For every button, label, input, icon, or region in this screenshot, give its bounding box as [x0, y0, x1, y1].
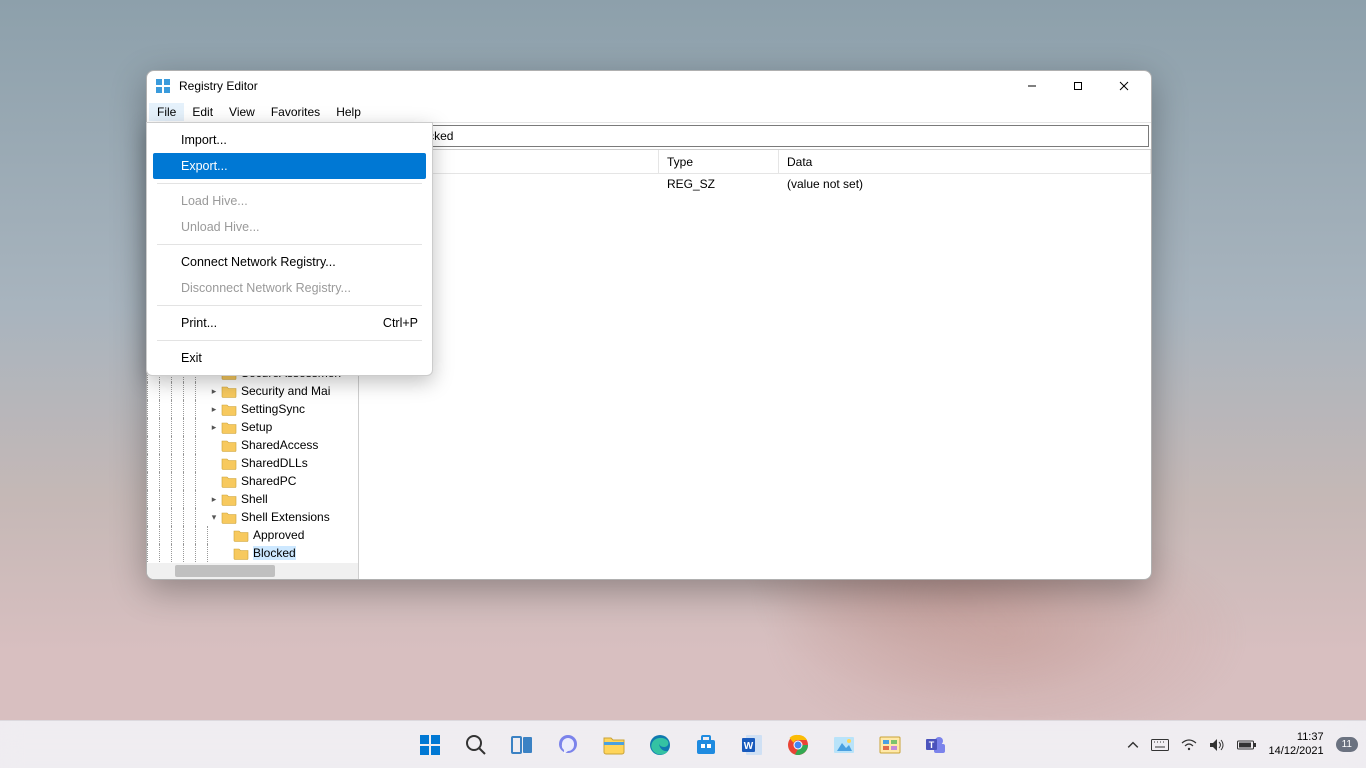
chevron-right-icon[interactable]: ▸ — [207, 404, 221, 415]
menu-edit[interactable]: Edit — [184, 103, 221, 121]
tree-label: Shell Extensions — [241, 510, 330, 524]
menu-favorites[interactable]: Favorites — [263, 103, 328, 121]
menu-exit[interactable]: Exit — [147, 345, 432, 371]
svg-text:W: W — [744, 741, 754, 752]
clock-time: 11:37 — [1297, 731, 1324, 744]
tree-label: Blocked — [253, 546, 296, 560]
taskbar: W T 11:37 14/12/2021 11 — [0, 720, 1366, 768]
taskbar-file-explorer-icon[interactable] — [594, 725, 634, 765]
menu-separator — [157, 305, 422, 306]
maximize-button[interactable] — [1055, 71, 1101, 101]
chevron-right-icon[interactable]: ▸ — [207, 422, 221, 433]
taskbar-control-panel-icon[interactable] — [870, 725, 910, 765]
taskbar-photos-icon[interactable] — [824, 725, 864, 765]
menu-file[interactable]: File — [149, 103, 184, 121]
taskbar-word-icon[interactable]: W — [732, 725, 772, 765]
menu-separator — [157, 244, 422, 245]
clock-date: 14/12/2021 — [1269, 745, 1324, 758]
tree-horizontal-scrollbar[interactable] — [147, 563, 358, 579]
taskbar-task-view-icon[interactable] — [502, 725, 542, 765]
wifi-icon[interactable] — [1181, 739, 1197, 751]
close-button[interactable] — [1101, 71, 1147, 101]
column-type[interactable]: Type — [659, 150, 779, 173]
values-pane[interactable]: Name Type Data (Default)REG_SZ(value not… — [359, 150, 1151, 579]
menu-connect-network-registry[interactable]: Connect Network Registry... — [147, 249, 432, 275]
menu-print[interactable]: Print...Ctrl+P — [147, 310, 432, 336]
menu-separator — [157, 340, 422, 341]
tree-label: SettingSync — [241, 402, 305, 416]
menu-import[interactable]: Import... — [147, 127, 432, 153]
chevron-down-icon[interactable]: ▾ — [207, 512, 221, 523]
menu-separator — [157, 183, 422, 184]
tree-label: SharedDLLs — [241, 456, 308, 470]
tray-chevron-up-icon[interactable] — [1127, 739, 1139, 751]
minimize-button[interactable] — [1009, 71, 1055, 101]
list-header: Name Type Data — [359, 150, 1151, 174]
taskbar-teams-icon[interactable]: T — [916, 725, 956, 765]
chevron-right-icon[interactable]: ▸ — [207, 386, 221, 397]
tree-node[interactable]: SharedPC — [147, 472, 358, 490]
menubar: File Edit View Favorites Help — [147, 101, 1151, 123]
taskbar-clock[interactable]: 11:37 14/12/2021 — [1269, 731, 1324, 757]
tree-node[interactable]: ▾ Shell Extensions — [147, 508, 358, 526]
value-type: REG_SZ — [659, 177, 779, 191]
tree-node[interactable]: SharedAccess — [147, 436, 358, 454]
tree-label: Setup — [241, 420, 272, 434]
regedit-icon — [155, 78, 171, 94]
tree-label: Approved — [253, 528, 304, 542]
tree-label: Security and Mai — [241, 384, 330, 398]
tree-node[interactable]: Approved — [147, 526, 358, 544]
svg-text:T: T — [929, 740, 935, 750]
menu-export[interactable]: Export... — [153, 153, 426, 179]
tree-node[interactable]: ▸ Shell — [147, 490, 358, 508]
menu-unload-hive: Unload Hive... — [147, 214, 432, 240]
notification-badge[interactable]: 11 — [1336, 737, 1358, 752]
taskbar-microsoft-store-icon[interactable] — [686, 725, 726, 765]
volume-icon[interactable] — [1209, 738, 1225, 752]
taskbar-start-icon[interactable] — [410, 725, 450, 765]
battery-icon[interactable] — [1237, 739, 1257, 751]
taskbar-search-icon[interactable] — [456, 725, 496, 765]
system-tray: 11:37 14/12/2021 11 — [1127, 721, 1358, 768]
titlebar[interactable]: Registry Editor — [147, 71, 1151, 101]
tree-node[interactable]: SharedDLLs — [147, 454, 358, 472]
menu-help[interactable]: Help — [328, 103, 369, 121]
file-menu-dropdown: Import... Export... Load Hive... Unload … — [146, 122, 433, 376]
tree-label: SharedAccess — [241, 438, 318, 452]
menu-view[interactable]: View — [221, 103, 263, 121]
window-title: Registry Editor — [179, 79, 1009, 93]
tree-node[interactable]: ▸ Setup — [147, 418, 358, 436]
tree-node[interactable]: Blocked — [147, 544, 358, 562]
tree-node[interactable]: ▸ SettingSync — [147, 400, 358, 418]
chevron-right-icon[interactable]: ▸ — [207, 494, 221, 505]
tree-node[interactable]: ▸ Security and Mai — [147, 382, 358, 400]
taskbar-chrome-icon[interactable] — [778, 725, 818, 765]
taskbar-chat-icon[interactable] — [548, 725, 588, 765]
tree-label: Shell — [241, 492, 268, 506]
menu-disconnect-network-registry: Disconnect Network Registry... — [147, 275, 432, 301]
column-data[interactable]: Data — [779, 150, 1151, 173]
tree-label: SharedPC — [241, 474, 296, 488]
value-data: (value not set) — [779, 177, 1151, 191]
list-row[interactable]: (Default)REG_SZ(value not set) — [359, 174, 1151, 194]
keyboard-icon[interactable] — [1151, 739, 1169, 751]
menu-load-hive: Load Hive... — [147, 188, 432, 214]
taskbar-edge-icon[interactable] — [640, 725, 680, 765]
